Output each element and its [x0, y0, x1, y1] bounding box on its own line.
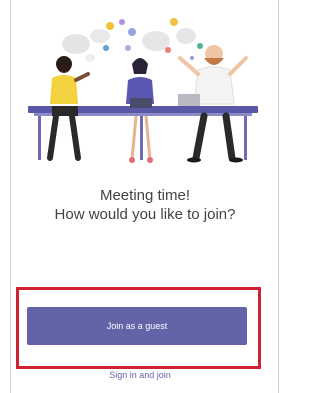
sign-in-and-join-link[interactable]: Sign in and join — [40, 370, 240, 380]
meeting-title: Meeting time! — [99, 187, 191, 204]
frame-right-border — [278, 0, 279, 393]
meeting-illustration — [28, 18, 258, 163]
meeting-subtitle: How would you like to join? — [54, 206, 236, 223]
meeting-heading: Meeting time! How would you like to join… — [20, 186, 270, 224]
frame-left-border — [10, 0, 11, 393]
join-as-guest-button[interactable]: Join as a guest — [27, 307, 247, 345]
